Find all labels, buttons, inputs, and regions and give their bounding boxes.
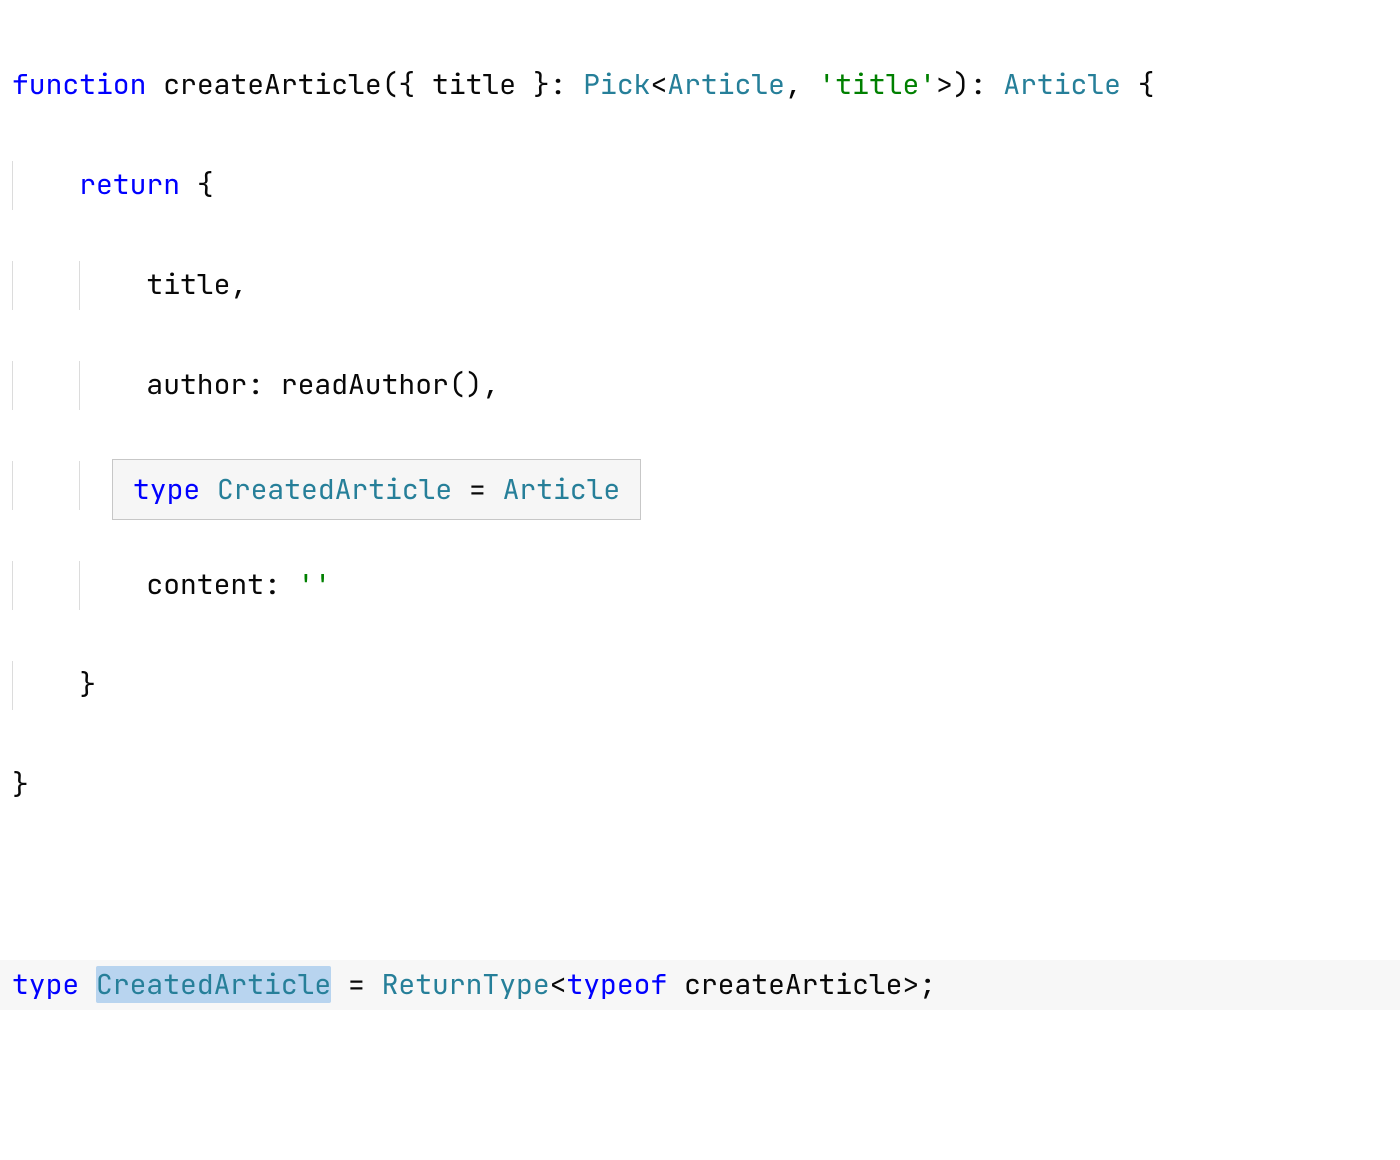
keyword: type bbox=[133, 471, 200, 508]
string: '' bbox=[298, 566, 332, 603]
code-line[interactable]: author: readAuthor(), bbox=[12, 360, 1400, 410]
hover-tooltip: type CreatedArticle = Article bbox=[112, 459, 641, 520]
type: ReturnType bbox=[382, 966, 550, 1003]
param: title bbox=[432, 66, 516, 103]
code-line[interactable]: content: '' bbox=[12, 560, 1400, 610]
keyword: return bbox=[79, 166, 180, 203]
code-line-highlighted[interactable]: type CreatedArticle = ReturnType<typeof … bbox=[0, 960, 1400, 1010]
code-editor[interactable]: function createArticle({ title }: Pick<A… bbox=[0, 0, 1400, 1160]
type: CreatedArticle bbox=[217, 471, 452, 508]
code-line[interactable]: function createArticle({ title }: Pick<A… bbox=[12, 60, 1400, 110]
function-name: createArticle bbox=[163, 66, 381, 103]
code-line[interactable]: } bbox=[12, 660, 1400, 710]
code-line[interactable]: title, bbox=[12, 260, 1400, 310]
type: Article bbox=[503, 471, 621, 508]
type: Article bbox=[667, 66, 785, 103]
type: Article bbox=[1003, 66, 1121, 103]
keyword: function bbox=[12, 66, 146, 103]
type-selected: CreatedArticle bbox=[96, 966, 331, 1003]
keyword: type bbox=[12, 966, 79, 1003]
code-blank-line[interactable] bbox=[12, 860, 1400, 910]
keyword: typeof bbox=[566, 966, 667, 1003]
code-line[interactable]: } bbox=[12, 760, 1400, 810]
string: 'title' bbox=[818, 66, 936, 103]
code-line[interactable]: return { bbox=[12, 160, 1400, 210]
type: Pick bbox=[583, 66, 650, 103]
